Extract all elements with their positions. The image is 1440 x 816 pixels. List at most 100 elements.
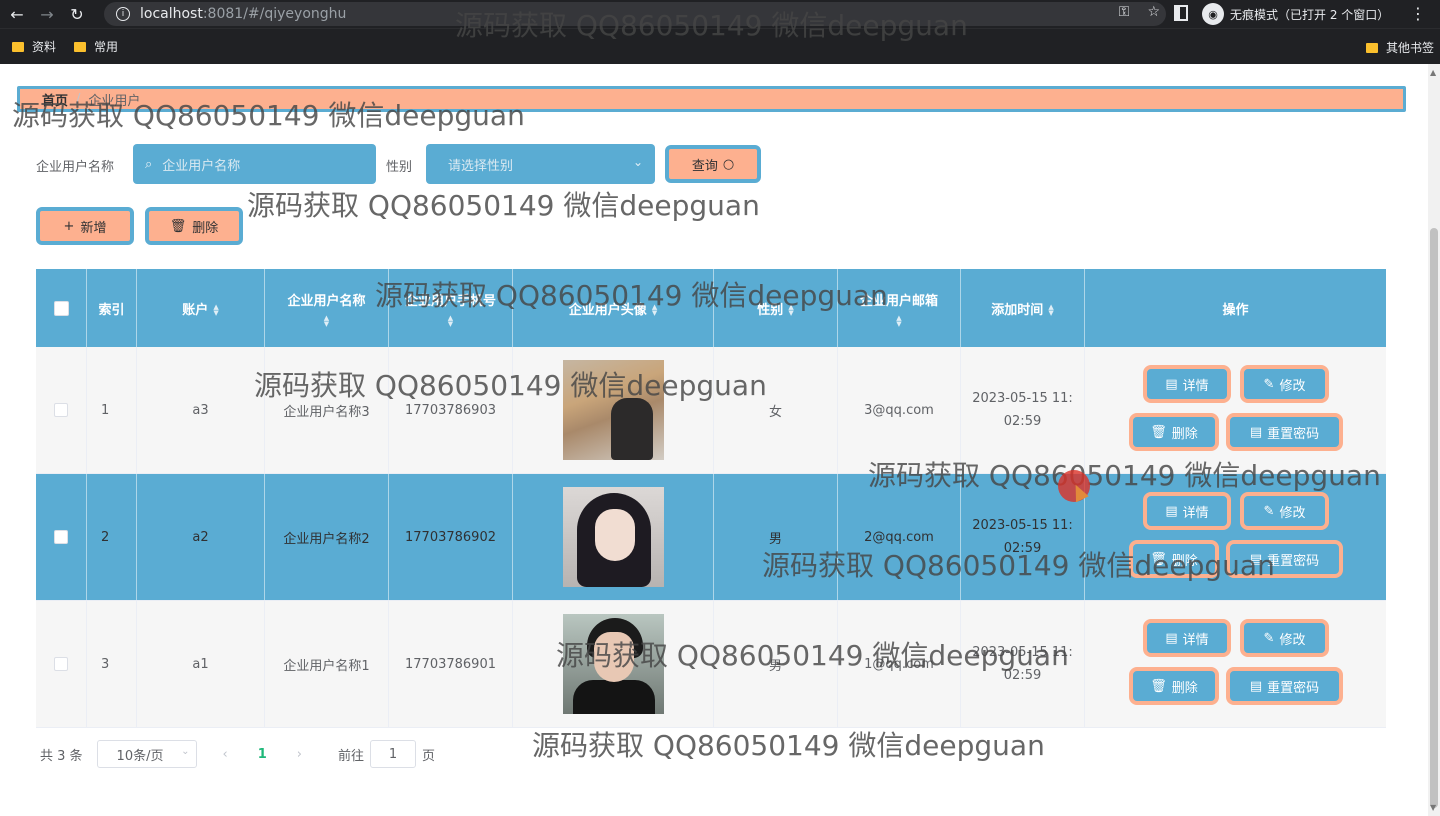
edit-button[interactable]: ✎ 修改 — [1240, 492, 1329, 530]
sort-icon[interactable]: ▲ ▼ — [324, 314, 329, 327]
document-icon: ▤ — [1249, 678, 1263, 694]
url-path: :8081/#/qiyeyonghu — [202, 6, 347, 22]
cell-index: 1 — [87, 347, 137, 473]
goto-page-input[interactable]: 1 — [370, 740, 417, 768]
prev-page-icon[interactable]: ‹ — [223, 747, 228, 762]
cell-email: 3@qq.com — [838, 347, 961, 473]
search-icon: ⌕ — [145, 156, 153, 172]
page-number-current[interactable]: 1 — [258, 747, 267, 762]
document-icon: ▤ — [1249, 424, 1263, 440]
reload-icon[interactable]: ↻ — [64, 1, 90, 27]
row-checkbox[interactable] — [54, 657, 68, 671]
row-checkbox[interactable] — [54, 530, 68, 544]
delete-selected-button[interactable]: 🗑 删除 — [145, 207, 243, 245]
edit-button[interactable]: ✎ 修改 — [1240, 365, 1329, 403]
document-icon: ▤ — [1165, 376, 1178, 392]
app-content: 首页 / 企业用户 企业用户名称 ⌕ 企业用户名称 性别 请选择性别 ⌄ 查询 … — [0, 64, 1428, 816]
add-button[interactable]: + 新增 — [36, 207, 134, 245]
gender-select[interactable]: 请选择性别 ⌄ — [426, 144, 655, 184]
address-bar[interactable]: i localhost:8081/#/qiyeyonghu — [104, 2, 1166, 26]
star-icon[interactable]: ☆ — [1147, 4, 1160, 20]
col-avatar[interactable]: 企业用户头像 ▲ ▼ — [513, 269, 714, 347]
reset-password-button[interactable]: ▤ 重置密码 — [1226, 667, 1343, 705]
avatar[interactable] — [562, 487, 664, 587]
menu-dots-icon[interactable]: ⋮ — [1410, 4, 1426, 23]
sort-icon[interactable]: ▲ ▼ — [213, 304, 218, 317]
trash-icon: 🗑 — [169, 218, 187, 234]
pencil-icon: ✎ — [1263, 376, 1275, 392]
cell-phone: 17703786901 — [389, 601, 513, 727]
back-arrow-icon[interactable]: ← — [4, 1, 30, 27]
sort-icon[interactable]: ▲ ▼ — [1048, 304, 1053, 317]
cell-account: a3 — [137, 347, 265, 473]
query-button[interactable]: 查询 ○ — [665, 145, 761, 183]
cell-index: 2 — [87, 474, 137, 600]
side-panel-icon[interactable] — [1174, 5, 1188, 21]
detail-button[interactable]: ▤ 详情 — [1143, 619, 1231, 657]
name-search-input[interactable]: ⌕ 企业用户名称 — [133, 144, 376, 184]
table-header: 索引 账户 ▲ ▼ 企业用户名称 ▲ ▼ 企业用户手机号 ▲ ▼ 企业用户头像 ▲ ▼ 性别 ▲ ▼… — [36, 269, 1386, 347]
col-account[interactable]: 账户 ▲ ▼ — [137, 269, 265, 347]
delete-button[interactable]: 🗑 删除 — [1129, 540, 1219, 578]
cell-phone: 17703786902 — [389, 474, 513, 600]
cell-name: 企业用户名称1 — [265, 601, 389, 727]
bookmark-folder-ziliao[interactable]: 资料 — [12, 38, 56, 55]
forward-arrow-icon[interactable]: → — [34, 1, 60, 27]
sort-icon[interactable]: ▲ ▼ — [448, 314, 453, 327]
incognito-icon: ◉ — [1202, 3, 1224, 25]
bookmark-folder-other[interactable]: 其他书签 — [1365, 39, 1434, 56]
col-phone[interactable]: 企业用户手机号 ▲ ▼ — [389, 269, 513, 347]
sort-icon[interactable]: ▲ ▼ — [652, 304, 657, 317]
col-name[interactable]: 企业用户名称 ▲ ▼ — [265, 269, 389, 347]
bookmark-folder-changyong[interactable]: 常用 — [74, 38, 118, 55]
col-added-time[interactable]: 添加时间 ▲ ▼ — [961, 269, 1085, 347]
pagination-total: 共 3 条 — [40, 748, 83, 764]
info-icon[interactable]: i — [116, 7, 130, 21]
bookmarks-bar: 资料 常用 其他书签 — [0, 28, 1440, 64]
incognito-label: 无痕模式（已打开 2 个窗口） — [1230, 7, 1390, 22]
cell-name: 企业用户名称3 — [265, 347, 389, 473]
breadcrumb: 首页 / 企业用户 — [17, 86, 1406, 112]
row-checkbox[interactable] — [54, 403, 68, 417]
trash-icon: 🗑 — [1150, 551, 1167, 567]
search-icon: ○ — [722, 156, 735, 172]
detail-button[interactable]: ▤ 详情 — [1143, 365, 1231, 403]
sort-icon[interactable]: ▲ ▼ — [896, 314, 901, 327]
scroll-down-icon[interactable]: ▼ — [1430, 803, 1436, 812]
document-icon: ▤ — [1249, 551, 1263, 567]
trash-icon: 🗑 — [1150, 424, 1167, 440]
col-gender[interactable]: 性别 ▲ ▼ — [714, 269, 838, 347]
document-icon: ▤ — [1165, 503, 1178, 519]
page-size-select[interactable]: 10条/页 ⌄ — [96, 740, 197, 768]
delete-button[interactable]: 🗑 删除 — [1129, 413, 1219, 451]
col-ops: 操作 — [1222, 302, 1249, 318]
name-search-placeholder: 企业用户名称 — [162, 158, 241, 174]
avatar[interactable] — [562, 360, 664, 460]
goto-prefix: 前往 — [338, 748, 365, 764]
delete-button[interactable]: 🗑 删除 — [1129, 667, 1219, 705]
col-email[interactable]: 企业用户邮箱 ▲ ▼ — [838, 269, 961, 347]
plus-icon: + — [63, 218, 75, 234]
breadcrumb-home[interactable]: 首页 — [42, 90, 68, 109]
folder-icon — [1365, 42, 1378, 53]
select-all-checkbox[interactable] — [53, 300, 69, 316]
scroll-thumb[interactable] — [1430, 228, 1438, 808]
sort-icon[interactable]: ▲ ▼ — [788, 304, 793, 317]
page-scrollbar[interactable]: ▲ ▼ — [1428, 64, 1440, 816]
reset-password-button[interactable]: ▤ 重置密码 — [1226, 413, 1343, 451]
edit-button[interactable]: ✎ 修改 — [1240, 619, 1329, 657]
chevron-down-icon: ⌄ — [632, 155, 643, 169]
pencil-icon: ✎ — [1263, 630, 1275, 646]
avatar[interactable] — [562, 614, 664, 714]
detail-button[interactable]: ▤ 详情 — [1143, 492, 1231, 530]
next-page-icon[interactable]: › — [297, 747, 302, 762]
reset-password-button[interactable]: ▤ 重置密码 — [1226, 540, 1343, 578]
incognito-indicator[interactable]: ◉ 无痕模式（已打开 2 个窗口） — [1202, 2, 1389, 26]
name-filter-label: 企业用户名称 — [36, 160, 115, 175]
key-icon[interactable]: ⚿ — [1119, 4, 1130, 20]
scroll-up-icon[interactable]: ▲ — [1430, 68, 1436, 77]
users-table: 索引 账户 ▲ ▼ 企业用户名称 ▲ ▼ 企业用户手机号 ▲ ▼ 企业用户头像 ▲ ▼ 性别 ▲ ▼… — [36, 269, 1386, 728]
folder-icon — [12, 41, 24, 52]
cell-gender: 女 — [714, 347, 838, 473]
goto-suffix: 页 — [422, 748, 436, 764]
